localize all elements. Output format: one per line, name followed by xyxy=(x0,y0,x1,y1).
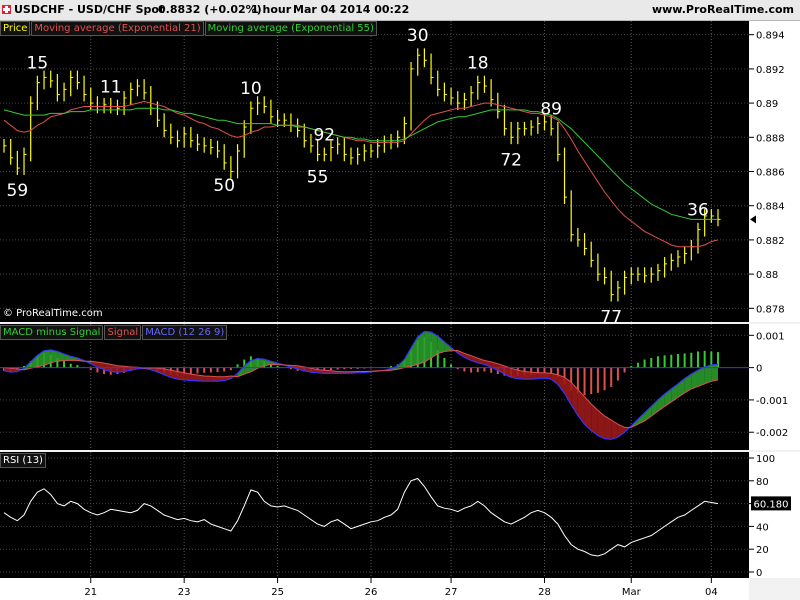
price-tick-label: 0.888 xyxy=(756,133,785,144)
legend-macd[interactable]: MACD (12 26 9) xyxy=(142,325,228,340)
x-tick-label: 04 xyxy=(705,587,718,598)
macd-cloud xyxy=(557,374,565,394)
price-tick-label: 0.892 xyxy=(756,65,785,76)
legend-price[interactable]: Price xyxy=(0,21,31,36)
macd-tick-label: 0.001 xyxy=(756,331,785,342)
ema55-line xyxy=(3,107,718,220)
macd-cloud xyxy=(611,419,618,440)
chart-svg: 21 23 25 26 27 28 Mar 04 0.894 0.892 0.89 0.888 0.88… xyxy=(0,21,791,598)
price-tick-label: 0.894 xyxy=(756,31,785,42)
macd-cloud xyxy=(204,376,211,382)
macd-cloud xyxy=(30,355,38,369)
macd-tick-label: 0 xyxy=(756,364,762,375)
price-tick-label: 0.89 xyxy=(756,99,778,110)
legend-macd-hist[interactable]: MACD minus Signal xyxy=(0,325,104,340)
price-annotation: 10 xyxy=(240,79,262,99)
macd-tick-label: -0.001 xyxy=(756,396,788,407)
rsi-tick-label: 80 xyxy=(756,477,769,488)
rsi-line xyxy=(3,477,719,557)
macd-cloud xyxy=(524,371,532,380)
x-tick-label: 23 xyxy=(178,587,191,598)
macd-cloud xyxy=(711,364,718,382)
x-tick-label: Mar xyxy=(622,587,642,598)
x-tick-label: 21 xyxy=(84,587,97,598)
legend-macd-signal[interactable]: Signal xyxy=(104,325,142,340)
legend-ema21[interactable]: Moving average (Exponential 21) xyxy=(31,21,204,36)
price-tick-label: 0.882 xyxy=(756,236,785,247)
macd-signal-line xyxy=(3,349,719,428)
rsi-legend: RSI (13) xyxy=(0,453,47,468)
rsi-tick-label: 20 xyxy=(756,545,769,556)
price-tick-label: 0.878 xyxy=(756,304,785,315)
rsi-last-value: 60.180 xyxy=(754,499,789,510)
ema21-line xyxy=(3,100,719,248)
macd-cloud xyxy=(424,331,432,363)
price-annotation: 11 xyxy=(100,78,122,98)
legend-rsi[interactable]: RSI (13) xyxy=(0,453,46,468)
macd-cloud xyxy=(411,336,418,366)
x-tick-label: 25 xyxy=(271,587,284,598)
price-annotation: 36 xyxy=(687,201,709,221)
price-annotation: 18 xyxy=(467,54,489,74)
price-tick-label: 0.884 xyxy=(756,202,785,213)
rsi-tick-label: 0 xyxy=(756,568,762,579)
price-annotation: 30 xyxy=(407,26,429,46)
macd-cloud xyxy=(597,410,605,439)
price-annotation: 59 xyxy=(7,181,29,201)
price-annotation: 55 xyxy=(307,167,329,187)
price-annotation: 15 xyxy=(27,54,49,74)
copyright: © ProRealTime.com xyxy=(3,308,103,319)
last-price-marker xyxy=(750,215,756,224)
price-annotation: 77 xyxy=(600,308,622,328)
price-tick-label: 0.886 xyxy=(756,168,785,179)
price-annotation: 89 xyxy=(540,100,562,120)
chart-window: USDCHF - USD/CHF Spot 0.8832 (+0.02%) 1 … xyxy=(0,0,800,600)
x-tick-label: 27 xyxy=(445,587,458,598)
price-annotation: 72 xyxy=(500,150,522,170)
rsi-tick-label: 100 xyxy=(756,454,775,465)
macd-tick-label: -0.002 xyxy=(756,428,788,439)
price-tick-label: 0.88 xyxy=(756,270,778,281)
price-legend: Price Moving average (Exponential 21) Movi… xyxy=(0,21,378,36)
price-annotation: 50 xyxy=(213,176,235,196)
rsi-tick-label: 40 xyxy=(756,522,769,533)
macd-legend: MACD minus Signal Signal MACD (12 26 9) xyxy=(0,325,228,340)
x-tick-label: 26 xyxy=(365,587,378,598)
macd-cloud xyxy=(551,373,558,385)
price-annotation: 92 xyxy=(313,125,335,145)
x-tick-label: 28 xyxy=(538,587,551,598)
legend-ema55[interactable]: Moving average (Exponential 55) xyxy=(204,21,377,36)
